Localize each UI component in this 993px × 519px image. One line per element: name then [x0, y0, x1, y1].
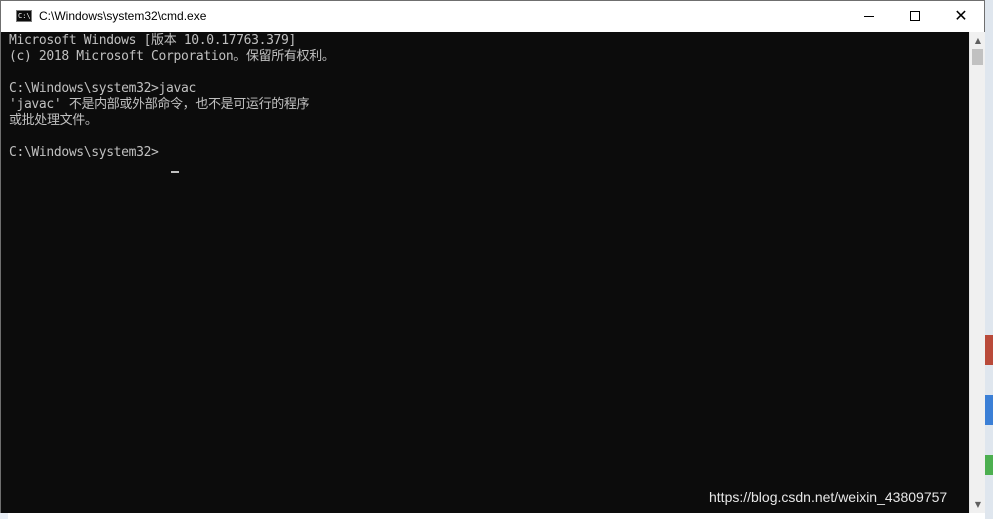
scroll-down-arrow-icon[interactable]: ▼: [970, 496, 986, 513]
close-icon: ✕: [954, 6, 968, 25]
console-prompt: C:\Windows\system32>: [9, 145, 159, 160]
watermark: https://blog.csdn.net/weixin_43809757: [709, 489, 948, 505]
console-output[interactable]: Microsoft Windows [版本 10.0.17763.379] (c…: [1, 32, 969, 513]
window-title: C:\Windows\system32\cmd.exe: [39, 9, 207, 23]
scroll-up-arrow-icon[interactable]: ▲: [970, 32, 986, 49]
maximize-icon: [910, 11, 920, 21]
console-line: Microsoft Windows [版本 10.0.17763.379]: [9, 33, 296, 48]
close-button[interactable]: ✕: [938, 1, 984, 32]
desktop-fragment: [985, 335, 993, 365]
desktop-fragment: [985, 395, 993, 425]
cmd-window[interactable]: C:\ C:\Windows\system32\cmd.exe ✕ Micros…: [0, 0, 985, 513]
console-line: 或批处理文件。: [9, 113, 98, 128]
desktop-fragment: [985, 455, 993, 475]
vertical-scrollbar[interactable]: ▲ ▼: [969, 32, 985, 513]
desktop-right-edge: [985, 0, 993, 519]
console-line: (c) 2018 Microsoft Corporation。保留所有权利。: [9, 49, 335, 64]
minimize-button[interactable]: [846, 1, 892, 32]
minimize-icon: [864, 16, 874, 17]
cmd-icon[interactable]: C:\: [16, 10, 32, 22]
console-line: 'javac' 不是内部或外部命令，也不是可运行的程序: [9, 97, 310, 112]
text-cursor: [171, 171, 179, 173]
scrollbar-thumb[interactable]: [972, 49, 983, 65]
title-bar[interactable]: C:\ C:\Windows\system32\cmd.exe ✕: [1, 1, 984, 32]
console-line: C:\Windows\system32>javac: [9, 81, 196, 96]
maximize-button[interactable]: [892, 1, 938, 32]
